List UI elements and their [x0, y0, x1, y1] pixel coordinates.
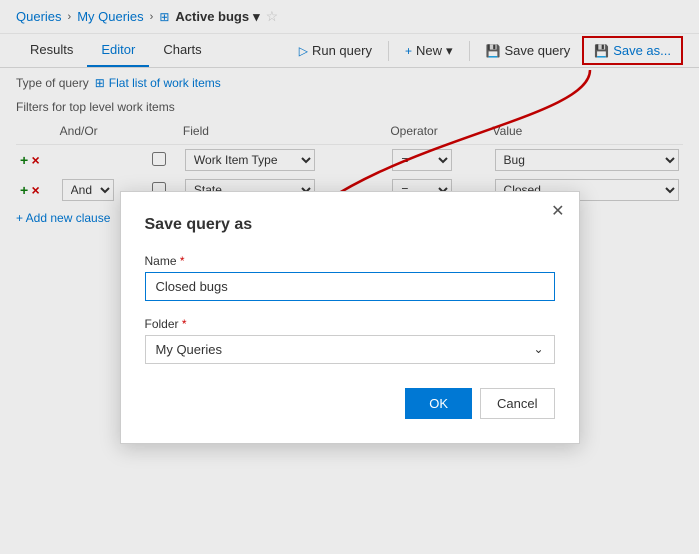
folder-select[interactable]: My Queries ⌄ [145, 335, 555, 364]
folder-select-wrapper: My Queries ⌄ [145, 335, 555, 364]
folder-required-star: * [182, 317, 187, 331]
folder-field-label: Folder * [145, 317, 555, 331]
modal-close-button[interactable]: ✕ [551, 204, 564, 220]
ok-button[interactable]: OK [405, 388, 472, 419]
modal-actions: OK Cancel [145, 388, 555, 419]
modal-title: Save query as [145, 216, 555, 234]
name-field-label: Name * [145, 254, 555, 268]
name-input[interactable] [145, 272, 555, 301]
name-required-star: * [180, 254, 185, 268]
modal-overlay: ✕ Save query as Name * Folder * My Queri… [0, 0, 699, 554]
save-as-modal: ✕ Save query as Name * Folder * My Queri… [120, 191, 580, 444]
folder-chevron-icon: ⌄ [533, 342, 543, 356]
cancel-button[interactable]: Cancel [480, 388, 554, 419]
